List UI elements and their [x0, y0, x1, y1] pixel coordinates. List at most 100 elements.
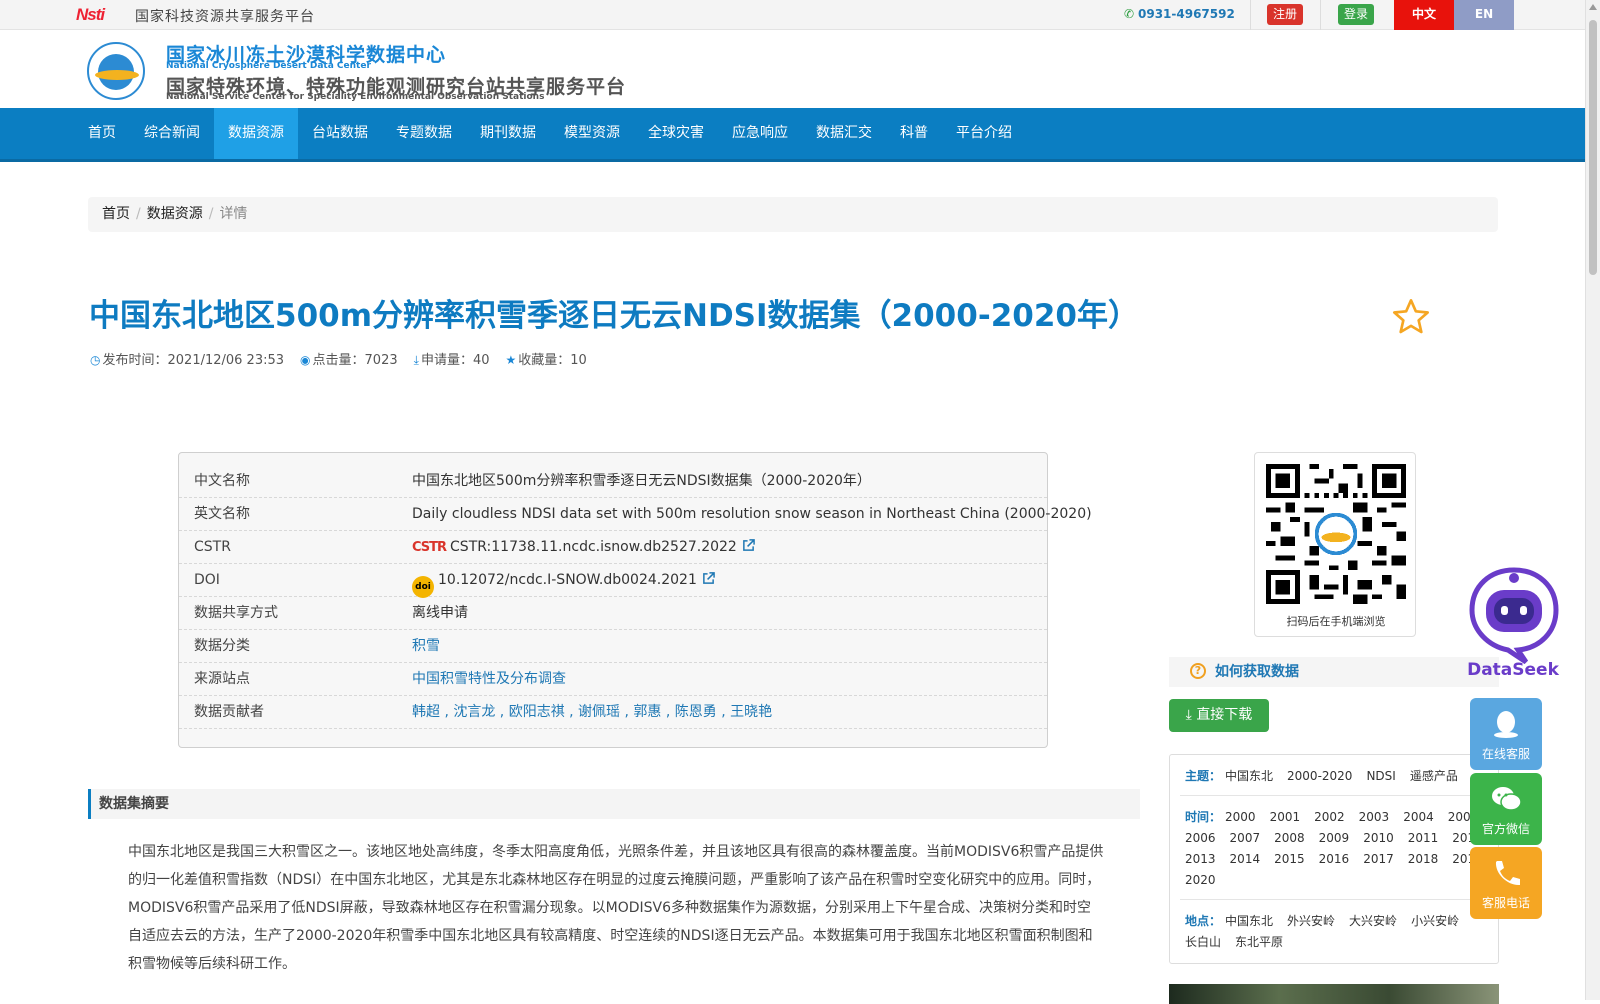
direct-download-button[interactable]: ⤓ 直接下载 — [1169, 699, 1269, 732]
nav-item-news[interactable]: 综合新闻 — [130, 108, 214, 159]
divider — [1320, 0, 1321, 30]
tag-link[interactable]: 2001 — [1270, 810, 1301, 824]
tag-link[interactable]: 2000-2020 — [1287, 769, 1352, 783]
tag-link[interactable]: 2008 — [1274, 831, 1305, 845]
tag-link[interactable]: 2004 — [1403, 810, 1434, 824]
scrollbar-thumb[interactable] — [1589, 20, 1597, 275]
tag-link[interactable]: 2017 — [1363, 852, 1394, 866]
external-link-icon[interactable] — [742, 539, 755, 552]
tag-link[interactable]: 2015 — [1274, 852, 1305, 866]
qr-caption: 扫码后在手机端浏览 — [1286, 615, 1386, 628]
tag-link[interactable]: 2014 — [1230, 852, 1261, 866]
info-row-contributors: 数据贡献者 韩超 , 沈言龙 , 欧阳志祺 , 谢佩瑶 , 郭惠 , 陈恩勇 ,… — [179, 696, 1047, 729]
platform-title[interactable]: 国家科技资源共享服务平台 — [135, 6, 315, 26]
dataseek-label[interactable]: DataSeek — [1463, 660, 1563, 680]
clicks-value: 7023 — [364, 353, 398, 368]
tag-link[interactable]: 大兴安岭 — [1349, 914, 1397, 928]
application-count: ⤓ 申请量：40 — [414, 349, 490, 368]
favorite-star-icon[interactable] — [1391, 297, 1431, 337]
landscape-photo — [1169, 984, 1499, 1004]
language-chinese-button[interactable]: 中文 — [1394, 0, 1454, 30]
cstr-value[interactable]: CSTR CSTR:11738.11.ncdc.isnow.db2527.2022 — [412, 531, 755, 564]
doi-value[interactable]: doi 10.12072/ncdc.I-SNOW.db0024.2021 — [412, 564, 715, 598]
contributors-links[interactable]: 韩超 , 沈言龙 , 欧阳志祺 , 谢佩瑶 , 郭惠 , 陈恩勇 , 王晓艳 — [412, 696, 772, 729]
tag-link[interactable]: 长白山 — [1185, 935, 1221, 949]
tag-link[interactable]: 中国东北 — [1225, 914, 1273, 928]
how-to-get-data[interactable]: 如何获取数据 — [1169, 657, 1499, 687]
nsti-logo-text: Nsti — [76, 5, 105, 24]
info-label: 英文名称 — [194, 506, 250, 522]
time-tags: 2013 2014 2015 2016 2017 2018 2019 — [1185, 849, 1497, 870]
info-row-doi: DOI doi 10.12072/ncdc.I-SNOW.db0024.2021 — [179, 564, 1047, 598]
scroll-up-arrow-icon[interactable] — [1589, 4, 1597, 10]
tag-link[interactable]: 外兴安岭 — [1287, 914, 1335, 928]
nav-item-about[interactable]: 平台介绍 — [942, 108, 1026, 159]
download-icon: ⤓ — [1185, 707, 1197, 723]
tag-link[interactable]: 2002 — [1314, 810, 1345, 824]
login-button[interactable]: 登录 — [1338, 4, 1374, 25]
tag-link[interactable]: 2000 — [1225, 810, 1256, 824]
tag-link[interactable]: 2020 — [1185, 873, 1216, 887]
topic-label: 主题： — [1185, 769, 1222, 783]
register-button[interactable]: 注册 — [1267, 4, 1303, 25]
breadcrumb-separator: / — [136, 206, 141, 222]
page-scrollbar[interactable] — [1585, 0, 1600, 1000]
info-value: 离线申请 — [412, 605, 468, 621]
tag-link[interactable]: 2003 — [1359, 810, 1390, 824]
tag-link[interactable]: 2006 — [1185, 831, 1216, 845]
click-count: ◉ 点击量：7023 — [300, 349, 398, 368]
abstract-text: 中国东北地区是我国三大积雪区之一。该地区地处高纬度，冬季太阳高度角低，光照条件差… — [128, 844, 1104, 972]
abstract-heading: 数据集摘要 — [88, 789, 1140, 819]
info-row-category: 数据分类 积雪 — [179, 630, 1047, 663]
nav-item-home[interactable]: 首页 — [74, 108, 130, 159]
nav-item-model-resources[interactable]: 模型资源 — [550, 108, 634, 159]
nav-item-global-disasters[interactable]: 全球灾害 — [634, 108, 718, 159]
wechat-button[interactable]: 官方微信 — [1470, 773, 1542, 845]
station-link[interactable]: 中国积雪特性及分布调查 — [412, 663, 566, 696]
online-service-button[interactable]: 在线客服 — [1470, 698, 1542, 770]
nav-item-data-resources[interactable]: 数据资源 — [214, 108, 298, 159]
emblem-wave — [95, 70, 139, 80]
info-label: 来源站点 — [194, 671, 250, 687]
nav-item-station-data[interactable]: 台站数据 — [298, 108, 382, 159]
tag-link[interactable]: NDSI — [1366, 769, 1395, 783]
info-row-cstr: CSTR CSTR CSTR:11738.11.ncdc.isnow.db2527… — [179, 531, 1047, 564]
breadcrumb: 首页 / 数据资源 / 详情 — [88, 197, 1498, 232]
info-row-en-name: 英文名称 Daily cloudless NDSI data set with … — [179, 498, 1092, 531]
tag-link[interactable]: 小兴安岭 — [1411, 914, 1459, 928]
qr-code-panel: 扫码后在手机端浏览 — [1254, 452, 1416, 637]
tag-link[interactable]: 2009 — [1319, 831, 1350, 845]
tag-link[interactable]: 2011 — [1408, 831, 1439, 845]
info-label: 数据分类 — [194, 638, 250, 654]
breadcrumb-current: 详情 — [219, 206, 248, 222]
external-link-icon[interactable] — [702, 572, 715, 585]
tag-link[interactable]: 东北平原 — [1235, 935, 1283, 949]
category-link[interactable]: 积雪 — [412, 630, 440, 663]
tag-link[interactable]: 2018 — [1408, 852, 1439, 866]
nav-item-journal-data[interactable]: 期刊数据 — [466, 108, 550, 159]
nav-item-thematic-data[interactable]: 专题数据 — [382, 108, 466, 159]
eye-icon: ◉ — [300, 353, 311, 367]
info-value: Daily cloudless NDSI data set with 500m … — [412, 506, 1092, 522]
tag-link[interactable]: 遥感产品 — [1410, 769, 1458, 783]
breadcrumb-data-resources[interactable]: 数据资源 — [147, 206, 203, 222]
topic-tags: 主题： 中国东北 2000-2020 NDSI 遥感产品 — [1185, 766, 1472, 787]
nav-item-data-submission[interactable]: 数据汇交 — [802, 108, 886, 159]
nav-item-emergency[interactable]: 应急响应 — [718, 108, 802, 159]
tag-link[interactable]: 2013 — [1185, 852, 1216, 866]
nsti-logo[interactable]: Nsti — [76, 5, 105, 25]
tag-link[interactable]: 2016 — [1319, 852, 1350, 866]
breadcrumb-home[interactable]: 首页 — [102, 206, 130, 222]
place-tags: 地点： 中国东北 外兴安岭 大兴安岭 小兴安岭 — [1185, 911, 1473, 932]
info-row-cn-name: 中文名称 中国东北地区500m分辨率积雪季逐日无云NDSI数据集（2000-20… — [179, 465, 1047, 498]
phone-service-button[interactable]: 客服电话 — [1470, 847, 1542, 919]
nav-item-science[interactable]: 科普 — [886, 108, 942, 159]
language-english-button[interactable]: EN — [1454, 0, 1514, 30]
online-service-label: 在线客服 — [1481, 747, 1530, 761]
center-emblem-logo[interactable] — [87, 42, 145, 100]
tag-link[interactable]: 中国东北 — [1225, 769, 1273, 783]
place-tags: 长白山 东北平原 — [1185, 932, 1297, 953]
tag-link[interactable]: 2010 — [1363, 831, 1394, 845]
dataseek-robot-icon[interactable] — [1468, 566, 1560, 664]
tag-link[interactable]: 2007 — [1230, 831, 1261, 845]
